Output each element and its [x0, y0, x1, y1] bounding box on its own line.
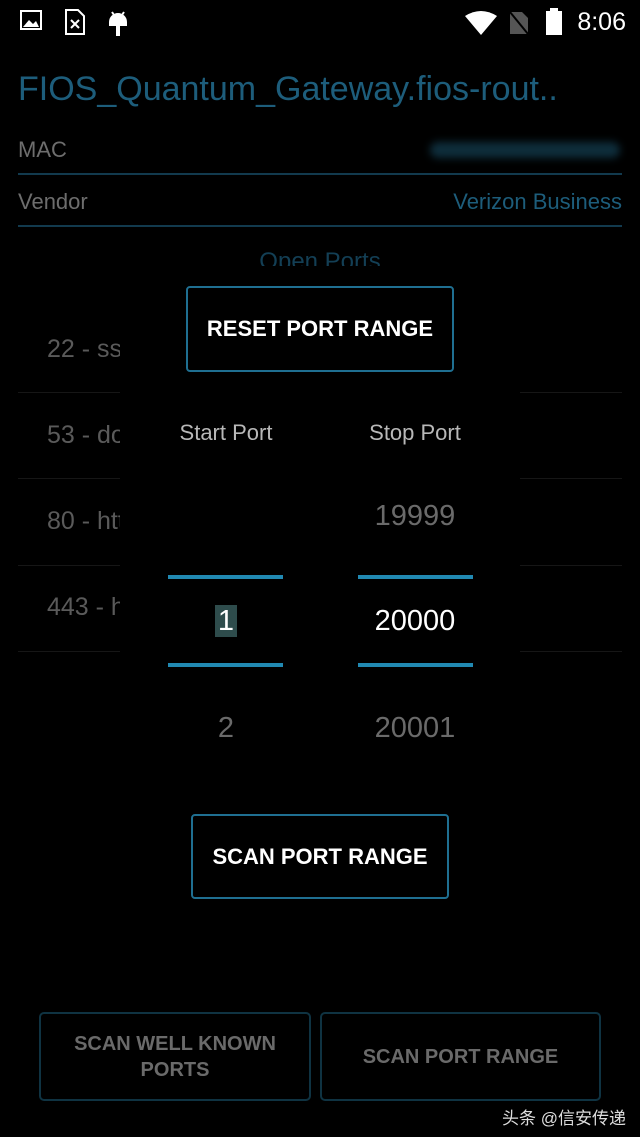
reset-port-range-button[interactable]: RESET PORT RANGE	[186, 286, 454, 372]
stop-port-input[interactable]: 20000	[345, 605, 485, 638]
clock: 8:06	[577, 8, 626, 36]
dialog-scan-port-range-button[interactable]: SCAN PORT RANGE	[191, 814, 449, 899]
no-sim-icon	[509, 11, 529, 35]
stop-prev-value[interactable]: 19999	[345, 500, 485, 533]
stop-next-value[interactable]: 20001	[345, 712, 485, 745]
stop-port-label: Stop Port	[369, 420, 461, 445]
start-port-label: Start Port	[179, 420, 273, 445]
picker-divider	[358, 575, 473, 579]
sim-error-icon	[65, 9, 85, 35]
picker-divider	[358, 663, 473, 667]
scan-port-range-button[interactable]: SCAN PORT RANGE	[320, 1012, 601, 1101]
mac-label: MAC	[18, 137, 67, 162]
device-title: FIOS_Quantum_Gateway.fios-rout..	[18, 70, 558, 108]
battery-icon	[546, 8, 562, 35]
divider	[18, 173, 622, 175]
vendor-label: Vendor	[18, 189, 88, 214]
mac-value-redacted	[430, 142, 620, 158]
vendor-value: Verizon Business	[453, 189, 622, 214]
status-bar: 8:06	[0, 0, 640, 44]
start-port-input[interactable]: 1	[214, 605, 238, 637]
port-item[interactable]: 443 - https	[47, 593, 120, 622]
wifi-icon	[465, 11, 497, 35]
start-next-value[interactable]: 2	[156, 712, 296, 745]
divider	[18, 225, 622, 227]
port-item[interactable]: 22 - ssh	[47, 335, 120, 364]
android-icon	[109, 11, 127, 36]
open-ports-heading: Open Ports	[259, 248, 381, 268]
watermark: 头条 @信安传递	[502, 1109, 626, 1128]
port-item[interactable]: 80 - http	[47, 507, 120, 536]
port-item[interactable]: 53 - domain	[47, 421, 120, 450]
picker-divider	[168, 575, 283, 579]
scan-well-known-ports-button[interactable]: SCAN WELL KNOWN PORTS	[39, 1012, 311, 1101]
image-icon	[20, 10, 42, 30]
start-current-value[interactable]: 1	[156, 605, 296, 638]
picker-divider	[168, 663, 283, 667]
